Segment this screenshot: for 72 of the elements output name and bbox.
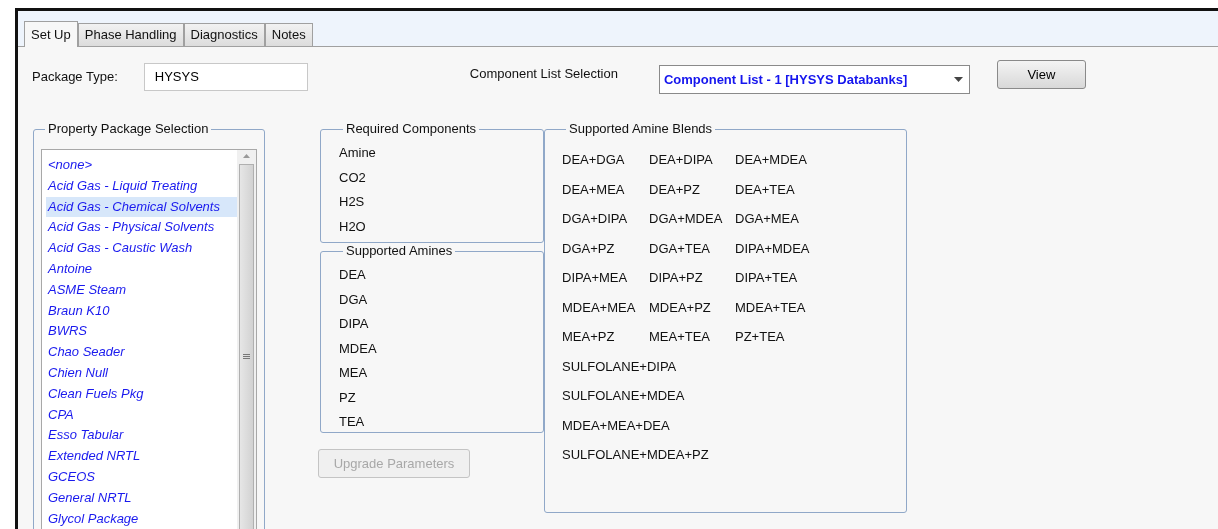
blend-text: MDEA+MEA xyxy=(562,298,637,317)
blend-text: MEA+PZ xyxy=(562,328,616,346)
blend-text: DIPA+PZ xyxy=(649,269,704,287)
list-item[interactable]: Acid Gas - Caustic Wash xyxy=(46,238,237,259)
blend-text: DEA+TEA xyxy=(735,180,795,199)
component-text: CO2 xyxy=(339,168,367,187)
scrollbar[interactable] xyxy=(237,150,256,529)
blend-text: DEA+MEA xyxy=(562,180,626,199)
blend-text: DEA+PZ xyxy=(649,180,701,199)
list-item[interactable]: Chao Seader xyxy=(46,342,237,363)
grip-icon xyxy=(243,353,250,359)
list-item[interactable]: <none> xyxy=(46,155,237,176)
list-item[interactable]: Glycol Package xyxy=(46,508,237,529)
blend-text: MDEA+TEA xyxy=(735,298,806,317)
blend-text: DGA+MEA xyxy=(735,210,799,228)
tab[interactable]: Notes xyxy=(264,23,313,46)
list-item[interactable]: Antoine xyxy=(46,259,237,280)
list-item[interactable]: Acid Gas - Physical Solvents xyxy=(46,217,237,239)
tab[interactable]: Phase Handling xyxy=(77,23,184,46)
tab[interactable]: Diagnostics xyxy=(183,23,265,46)
amine-text: MEA xyxy=(339,364,369,382)
list-item[interactable]: Braun K10 xyxy=(46,300,237,322)
component-text: H2O xyxy=(339,217,367,236)
amine-text: PZ xyxy=(339,388,357,407)
blend-text: MEA+TEA xyxy=(649,328,712,346)
list-item[interactable]: GCEOS xyxy=(46,466,237,488)
amine-text: TEA xyxy=(339,413,366,431)
tab[interactable]: Set Up xyxy=(24,21,78,47)
group-title: Supported Amine Blends xyxy=(568,121,714,137)
component-list-dropdown[interactable]: Component List - 1 [HYSYS Databanks] xyxy=(658,65,970,94)
list-item[interactable]: Acid Gas - Liquid Treating xyxy=(46,175,237,197)
group-title: Required Components xyxy=(345,121,478,137)
blend-text: PZ+TEA xyxy=(735,328,785,346)
blend-text: SULFOLANE+DIPA xyxy=(562,357,677,376)
field-label: Component List Selection xyxy=(469,64,618,83)
blend-text: DGA+TEA xyxy=(649,239,712,258)
blend-text: DEA+MDEA xyxy=(735,151,807,169)
scroll-up-icon[interactable] xyxy=(243,154,250,158)
group-title: Supported Amines xyxy=(345,243,454,259)
group-title: Property Package Selection xyxy=(47,121,210,137)
list-item[interactable]: Clean Fuels Pkg xyxy=(46,383,237,405)
blend-text: MDEA+MEA+DEA xyxy=(562,416,670,435)
component-text: H2S xyxy=(339,193,366,211)
caret-icon xyxy=(953,77,963,82)
list-item[interactable]: Chien Null xyxy=(46,362,237,384)
list-item[interactable]: Esso Tabular xyxy=(46,425,237,447)
amine-text: DEA xyxy=(339,266,367,284)
blend-text: MDEA+PZ xyxy=(649,298,712,317)
list-item[interactable]: BWRS xyxy=(46,321,237,343)
list-item[interactable]: Extended NRTL xyxy=(46,446,237,467)
scroll-thumb[interactable] xyxy=(239,164,254,529)
component-text: Amine xyxy=(339,144,377,162)
blend-text: SULFOLANE+MDEA xyxy=(562,387,685,405)
list-item[interactable]: CPA xyxy=(46,404,237,426)
package-type-field[interactable]: HYSYS xyxy=(143,62,308,91)
blend-text: DIPA+MDEA xyxy=(735,239,810,258)
amine-text: MDEA xyxy=(339,339,378,358)
blend-text: SULFOLANE+MDEA+PZ xyxy=(562,446,709,464)
view-button[interactable]: View xyxy=(996,60,1086,89)
blend-text: DEA+DIPA xyxy=(649,151,714,169)
blend-text: DIPA+TEA xyxy=(735,269,798,287)
blend-text: DEA+DGA xyxy=(562,151,626,169)
list-item[interactable]: ASME Steam xyxy=(46,279,237,301)
amine-text: DIPA xyxy=(339,315,370,333)
amine-text: DGA xyxy=(339,290,369,309)
blend-text: DGA+MDEA xyxy=(649,210,724,228)
list-item[interactable]: Acid Gas - Chemical Solvents xyxy=(46,196,237,218)
blend-text: DGA+DIPA xyxy=(562,210,629,228)
blend-text: DIPA+MEA xyxy=(562,269,629,287)
blend-text: DGA+PZ xyxy=(562,239,616,258)
list-item[interactable]: General NRTL xyxy=(46,487,237,509)
field-label: Package Type: xyxy=(32,67,118,86)
